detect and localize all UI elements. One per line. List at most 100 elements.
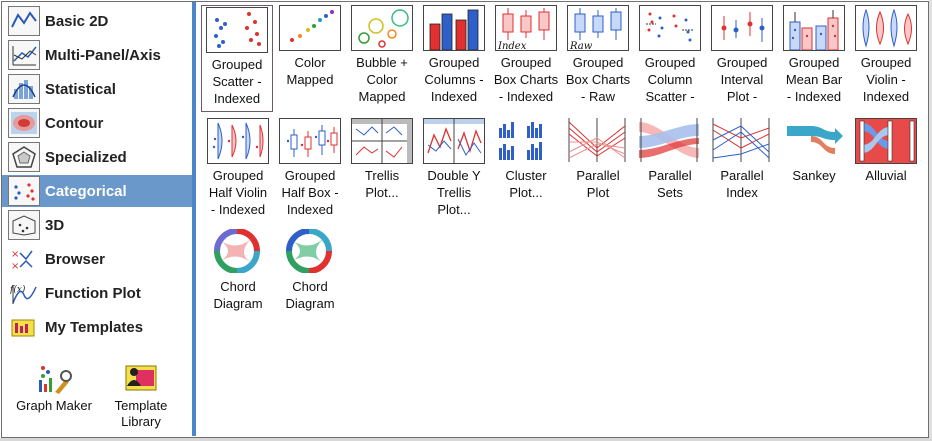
template-label: Color Mapped xyxy=(286,55,334,87)
template-label: Grouped Column Scatter - xyxy=(644,55,696,104)
function-plot-icon: f(x) xyxy=(8,278,40,308)
template-bubble-color-mapped[interactable]: Bubble + Color Mapped xyxy=(346,5,418,105)
grouped-scatter-indexed-icon xyxy=(206,7,268,53)
category-label: Multi-Panel/Axis xyxy=(45,46,161,64)
graph-maker-label: Graph Maker xyxy=(16,398,92,413)
template-grouped-mean-bar[interactable]: Grouped Mean Bar - Indexed xyxy=(778,5,850,105)
template-label: Grouped Half Box - Indexed xyxy=(281,168,339,217)
category-label: Categorical xyxy=(45,182,127,200)
template-label: Grouped Violin - Indexed xyxy=(860,55,912,104)
category-categorical[interactable]: Categorical xyxy=(2,175,192,207)
grouped-half-box-icon xyxy=(279,118,341,164)
chord-diagram-icon xyxy=(279,229,341,275)
category-label: Browser xyxy=(45,250,106,268)
grouped-box-raw-icon: Raw xyxy=(567,5,629,51)
category-label: Contour xyxy=(45,114,104,132)
template-label: Chord Diagram xyxy=(285,279,335,311)
thumb-text: Index xyxy=(497,41,527,50)
category-label: 3D xyxy=(45,216,65,234)
template-grouped-half-violin[interactable]: Grouped Half Violin - Indexed xyxy=(202,118,274,218)
template-library-button[interactable]: Template Library xyxy=(96,362,186,430)
template-label: Grouped Columns - Indexed xyxy=(424,55,484,104)
graph-maker-button[interactable]: Graph Maker xyxy=(9,362,99,414)
sankey-icon xyxy=(783,118,845,164)
template-library-icon xyxy=(120,362,162,396)
category-label: Specialized xyxy=(45,148,127,166)
parallel-index-icon xyxy=(711,118,773,164)
svg-text:×: × xyxy=(11,261,19,271)
template-grouped-violin[interactable]: Grouped Violin - Indexed xyxy=(850,5,922,105)
template-label: Sankey xyxy=(792,168,836,183)
category-label: Statistical xyxy=(45,80,116,98)
category-browser[interactable]: × × Browser xyxy=(2,243,192,275)
template-label: Grouped Mean Bar - Indexed xyxy=(785,55,843,104)
specialized-icon xyxy=(8,142,40,172)
color-mapped-icon xyxy=(279,5,341,51)
category-specialized[interactable]: Specialized xyxy=(2,141,192,173)
contour-icon xyxy=(8,108,40,138)
my-templates-icon xyxy=(8,312,40,342)
template-label: Grouped Half Violin - Indexed xyxy=(208,168,268,217)
bubble-color-mapped-icon xyxy=(351,5,413,51)
double-y-trellis-icon xyxy=(423,118,485,164)
template-trellis-plot[interactable]: Trellis Plot... xyxy=(346,118,418,201)
template-label: Trellis Plot... xyxy=(364,168,400,200)
category-label: Function Plot xyxy=(45,284,141,302)
template-grouped-box-indexed[interactable]: Index Grouped Box Charts - Indexed xyxy=(490,5,562,105)
template-parallel-sets[interactable]: Parallel Sets xyxy=(634,118,706,201)
template-color-mapped[interactable]: Color Mapped xyxy=(274,5,346,88)
cluster-plot-icon xyxy=(495,118,557,164)
template-label: Parallel Index xyxy=(720,168,764,200)
template-grouped-scatter-indexed[interactable]: Grouped Scatter - Indexed xyxy=(201,5,273,112)
statistical-icon xyxy=(8,74,40,104)
grouped-half-violin-icon xyxy=(207,118,269,164)
category-multi-panel[interactable]: Multi-Panel/Axis xyxy=(2,39,192,71)
template-grouped-interval[interactable]: Grouped Interval Plot - xyxy=(706,5,778,105)
alluvial-icon xyxy=(855,118,917,164)
grouped-interval-icon xyxy=(711,5,773,51)
category-label: Basic 2D xyxy=(45,12,109,30)
grouped-violin-icon xyxy=(855,5,917,51)
template-grouped-column-scatter[interactable]: Grouped Column Scatter - xyxy=(634,5,706,105)
parallel-plot-icon xyxy=(567,118,629,164)
template-library-label: Template Library xyxy=(114,398,168,429)
template-label: Cluster Plot... xyxy=(505,168,547,200)
category-my-templates[interactable]: My Templates xyxy=(2,311,192,343)
category-basic-2d[interactable]: Basic 2D xyxy=(2,5,192,37)
category-contour[interactable]: Contour xyxy=(2,107,192,139)
template-grouped-half-box[interactable]: Grouped Half Box - Indexed xyxy=(274,118,346,218)
template-label: Alluvial xyxy=(865,168,907,183)
thumb-text: Raw xyxy=(569,41,593,50)
template-label: Bubble + Color Mapped xyxy=(356,55,408,104)
category-function-plot[interactable]: f(x) Function Plot xyxy=(2,277,192,309)
categorical-icon xyxy=(8,176,40,206)
template-double-y-trellis[interactable]: Double Y Trellis Plot... xyxy=(418,118,490,218)
template-grouped-columns-indexed[interactable]: Grouped Columns - Indexed xyxy=(418,5,490,105)
category-3d[interactable]: 3D xyxy=(2,209,192,241)
grouped-column-scatter-icon xyxy=(639,5,701,51)
template-parallel-plot[interactable]: Parallel Plot xyxy=(562,118,634,201)
template-label: Chord Diagram xyxy=(213,279,263,311)
template-sankey[interactable]: Sankey xyxy=(778,118,850,184)
template-label: Grouped Box Charts - Raw xyxy=(565,55,631,104)
svg-text:×: × xyxy=(11,249,19,260)
template-grouped-box-raw[interactable]: Raw Grouped Box Charts - Raw xyxy=(562,5,634,105)
grouped-mean-bar-icon xyxy=(783,5,845,51)
template-label: Grouped Scatter - Indexed xyxy=(211,57,263,106)
template-cluster-plot[interactable]: Cluster Plot... xyxy=(490,118,562,201)
grouped-columns-indexed-icon xyxy=(423,5,485,51)
browser-icon: × × xyxy=(8,244,40,274)
multi-panel-icon xyxy=(8,40,40,70)
category-label: My Templates xyxy=(45,318,144,336)
category-statistical[interactable]: Statistical xyxy=(2,73,192,105)
template-parallel-index[interactable]: Parallel Index xyxy=(706,118,778,201)
trellis-plot-icon xyxy=(351,118,413,164)
grouped-box-indexed-icon: Index xyxy=(495,5,557,51)
graph-maker-icon xyxy=(33,362,75,396)
template-label: Grouped Box Charts - Indexed xyxy=(493,55,559,104)
sidebar-divider xyxy=(192,2,196,436)
template-alluvial[interactable]: Alluvial xyxy=(850,118,922,184)
template-chord-diagram-2[interactable]: Chord Diagram xyxy=(274,229,346,312)
template-chord-diagram-1[interactable]: Chord Diagram xyxy=(202,229,274,312)
3d-icon xyxy=(8,210,40,240)
